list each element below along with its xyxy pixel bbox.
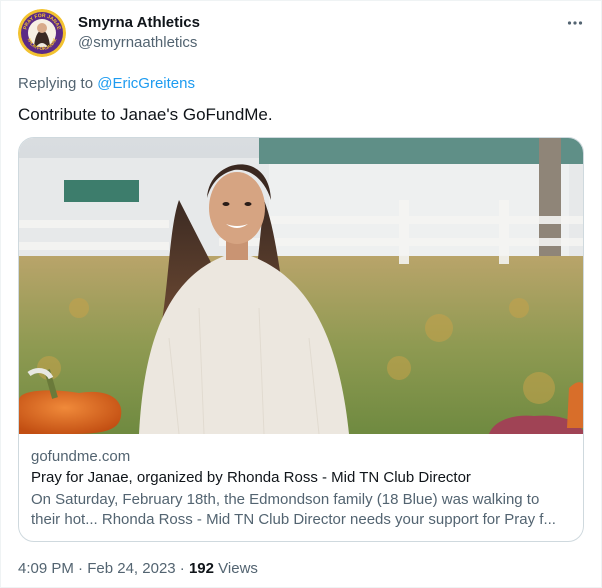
tweet-date[interactable]: Feb 24, 2023 bbox=[87, 560, 175, 577]
avatar[interactable]: PRAY FOR JANAE #PLAYFORJANAE bbox=[18, 9, 66, 57]
more-options-button[interactable] bbox=[561, 9, 589, 37]
mention-link[interactable]: @EricGreitens bbox=[97, 75, 195, 92]
views-label: Views bbox=[214, 560, 258, 577]
pray-for-janae-logo-icon: PRAY FOR JANAE #PLAYFORJANAE bbox=[18, 9, 66, 57]
meta-separator-2: · bbox=[175, 560, 189, 577]
card-domain: gofundme.com bbox=[31, 448, 131, 465]
replying-to: Replying to @EricGreitens bbox=[18, 74, 195, 94]
card-photo bbox=[19, 138, 583, 434]
card-body: gofundme.com Pray for Janae, organized b… bbox=[19, 435, 583, 530]
tweet-meta: 4:09 PM · Feb 24, 2023 · 192 Views bbox=[18, 559, 258, 579]
link-card[interactable]: gofundme.com Pray for Janae, organized b… bbox=[18, 137, 584, 542]
meta-separator: · bbox=[73, 560, 88, 577]
tweet: PRAY FOR JANAE #PLAYFORJANAE Smyrna Athl… bbox=[0, 0, 602, 588]
card-description: On Saturday, February 18th, the Edmondso… bbox=[31, 491, 556, 528]
card-title: Pray for Janae, organized by Rhonda Ross… bbox=[31, 469, 471, 486]
tweet-time[interactable]: 4:09 PM bbox=[18, 560, 74, 577]
replying-to-label: Replying to bbox=[18, 75, 98, 92]
tweet-text: Contribute to Janae's GoFundMe. bbox=[18, 105, 273, 124]
ellipsis-icon bbox=[567, 21, 583, 25]
views-count: 192 bbox=[188, 560, 214, 577]
author-name[interactable]: Smyrna Athletics bbox=[78, 13, 200, 33]
card-image[interactable] bbox=[19, 138, 583, 434]
author-handle[interactable]: @smyrnaathletics bbox=[78, 33, 197, 53]
